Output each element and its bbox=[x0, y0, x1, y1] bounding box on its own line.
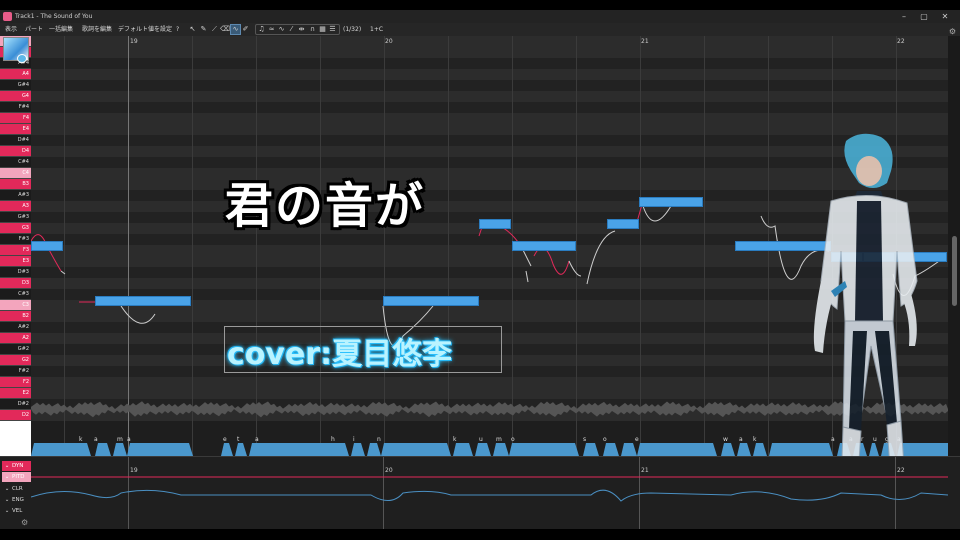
piano-key[interactable]: G2 bbox=[0, 355, 31, 366]
note[interactable] bbox=[512, 241, 576, 251]
line-tool-icon[interactable]: ⟋ bbox=[210, 25, 219, 34]
brush-tool-icon[interactable]: ✐ bbox=[241, 25, 250, 34]
piano-key[interactable]: F#3 bbox=[0, 234, 31, 245]
note-icon[interactable]: ♫ bbox=[257, 25, 266, 34]
eraser-tool-icon[interactable]: ⌫ bbox=[220, 25, 230, 34]
cover-credit-text: cover:夏目悠李 bbox=[227, 337, 453, 372]
menu-set-defaults[interactable]: デフォルト値を設定 bbox=[118, 23, 172, 36]
quantize-value[interactable]: (1/32) bbox=[343, 23, 361, 36]
piano-key[interactable]: G#2 bbox=[0, 344, 31, 355]
param-dyn[interactable]: ⌄ DYN bbox=[2, 461, 31, 471]
note[interactable] bbox=[639, 197, 703, 207]
param-settings-icon[interactable]: ⚙ bbox=[21, 518, 28, 527]
parameter-canvas: 19 20 21 22 bbox=[31, 457, 948, 529]
piano-key[interactable]: G4 bbox=[0, 91, 31, 102]
parameter-panel: ⌄ DYN ⌄ PITD ⌄ CLR ⌄ ENG ⌄ VEL ⚙ 19 20 21 22 bbox=[0, 456, 960, 529]
title-bar: Track1 - The Sound of You – ▢ ✕ bbox=[0, 10, 960, 23]
pitch-deviation-curve[interactable] bbox=[31, 489, 948, 502]
menu-part[interactable]: パート bbox=[25, 23, 43, 36]
piano-keyboard[interactable]: C5B4A#4A4G#4G4F#4F4E4D#4D4C#4C4B3A#3A3G#… bbox=[0, 36, 31, 456]
piano-roll[interactable]: C5B4A#4A4G#4G4F#4F4E4D#4D4C#4C4B3A#3A3G#… bbox=[0, 36, 960, 456]
piano-key[interactable]: D3 bbox=[0, 278, 31, 289]
piano-key[interactable]: A4 bbox=[0, 69, 31, 80]
help-button[interactable]: ? bbox=[176, 23, 179, 36]
piano-key[interactable]: B2 bbox=[0, 311, 31, 322]
note[interactable] bbox=[383, 296, 479, 306]
piano-key[interactable]: C4 bbox=[0, 168, 31, 179]
piano-key[interactable]: G#4 bbox=[0, 80, 31, 91]
param-pitd[interactable]: ⌄ PITD bbox=[2, 472, 31, 482]
parameter-graph[interactable]: 19 20 21 22 bbox=[31, 457, 948, 529]
note[interactable] bbox=[479, 219, 511, 229]
piano-key[interactable]: G#3 bbox=[0, 212, 31, 223]
piano-key[interactable]: D#2 bbox=[0, 399, 31, 410]
param-bar-line bbox=[128, 457, 129, 529]
piano-key[interactable]: A3 bbox=[0, 201, 31, 212]
arch-icon[interactable]: ∩ bbox=[308, 25, 317, 34]
piano-key[interactable]: C3 bbox=[0, 300, 31, 311]
piano-key[interactable]: F4 bbox=[0, 113, 31, 124]
param-bar-number: 20 bbox=[385, 467, 393, 474]
param-clr[interactable]: ⌄ CLR bbox=[2, 484, 31, 494]
piano-key[interactable]: D#3 bbox=[0, 267, 31, 278]
piano-key[interactable]: D4 bbox=[0, 146, 31, 157]
piano-key[interactable]: C#4 bbox=[0, 157, 31, 168]
pitch-tool-icon[interactable]: ∿ bbox=[230, 24, 241, 35]
piano-key[interactable]: E2 bbox=[0, 388, 31, 399]
param-bar-line bbox=[383, 457, 384, 529]
piano-key[interactable]: F3 bbox=[0, 245, 31, 256]
minimize-button[interactable]: – bbox=[896, 10, 912, 23]
param-bar-line bbox=[639, 457, 640, 529]
window-title: Track1 - The Sound of You bbox=[15, 13, 93, 20]
piano-key[interactable]: E4 bbox=[0, 124, 31, 135]
split-icon[interactable]: ⇹ bbox=[297, 25, 306, 34]
piano-key[interactable]: D#4 bbox=[0, 135, 31, 146]
piano-key[interactable]: F#2 bbox=[0, 366, 31, 377]
param-bar-line bbox=[895, 457, 896, 529]
piano-key[interactable]: A#2 bbox=[0, 322, 31, 333]
piano-key[interactable]: A#3 bbox=[0, 190, 31, 201]
overlay-cover-credit: cover:夏目悠李 bbox=[224, 326, 502, 373]
overlay-lyric-title: 君の音が bbox=[225, 178, 426, 234]
piano-key[interactable]: B3 bbox=[0, 179, 31, 190]
param-bar-number: 21 bbox=[641, 467, 649, 474]
note[interactable] bbox=[95, 296, 191, 306]
note-grid[interactable]: 19202122kamaetahinkumosoewakaaruga bbox=[31, 36, 948, 456]
menu-bar: 表示 パート 一括編集 歌詞を編集 デフォルト値を設定 ? ↖ ✎ ⟋ ⌫ ∿ … bbox=[0, 23, 960, 36]
grid-icon[interactable]: ▦ bbox=[318, 25, 327, 34]
piano-key[interactable]: A2 bbox=[0, 333, 31, 344]
param-eng[interactable]: ⌄ ENG bbox=[2, 495, 31, 505]
vertical-scrollbar[interactable] bbox=[948, 36, 960, 456]
note[interactable] bbox=[607, 219, 639, 229]
slope-icon[interactable]: ⁄ bbox=[287, 25, 296, 34]
param-vel[interactable]: ⌄ VEL bbox=[2, 506, 31, 516]
scrollbar-thumb[interactable] bbox=[952, 236, 957, 306]
menu-batch-edit[interactable]: 一括編集 bbox=[49, 23, 73, 36]
pencil-tool-icon[interactable]: ✎ bbox=[199, 25, 208, 34]
app-icon bbox=[3, 12, 12, 21]
piano-key[interactable]: D2 bbox=[0, 410, 31, 421]
wave-icon[interactable]: ≈ bbox=[267, 25, 276, 34]
close-button[interactable]: ✕ bbox=[937, 10, 953, 23]
menu-view[interactable]: 表示 bbox=[5, 23, 17, 36]
vibrato-icon[interactable]: ∿ bbox=[277, 25, 286, 34]
voicebank-avatar-badge bbox=[17, 54, 27, 63]
piano-key[interactable]: C#3 bbox=[0, 289, 31, 300]
param-bar-number: 22 bbox=[897, 467, 905, 474]
shortcut-label[interactable]: 1+C bbox=[370, 23, 383, 36]
piano-key[interactable]: F#4 bbox=[0, 102, 31, 113]
piano-key[interactable]: G3 bbox=[0, 223, 31, 234]
list-icon[interactable]: ☰ bbox=[328, 25, 337, 34]
maximize-button[interactable]: ▢ bbox=[916, 10, 932, 23]
menu-edit-lyrics[interactable]: 歌詞を編集 bbox=[82, 23, 112, 36]
piano-key[interactable]: E3 bbox=[0, 256, 31, 267]
app-window: Track1 - The Sound of You – ▢ ✕ 表示 パート 一… bbox=[0, 10, 960, 529]
character-illustration bbox=[813, 133, 918, 456]
pointer-tool-icon[interactable]: ↖ bbox=[188, 25, 197, 34]
piano-key[interactable]: F2 bbox=[0, 377, 31, 388]
note[interactable] bbox=[31, 241, 63, 251]
param-bar-number: 19 bbox=[130, 467, 138, 474]
